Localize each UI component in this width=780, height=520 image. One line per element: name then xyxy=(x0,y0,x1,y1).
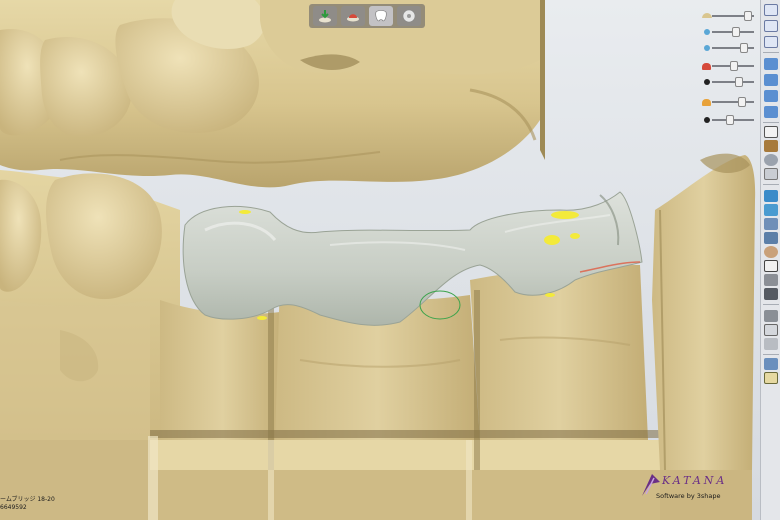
measure-icon[interactable] xyxy=(764,140,778,152)
tooth-tool-icon[interactable] xyxy=(764,324,778,336)
warning-icon[interactable] xyxy=(764,260,778,272)
dental-cad-window: ームブリッジ 18-20 6649592 KATANA Software by … xyxy=(0,0,780,520)
view-back-icon[interactable] xyxy=(764,74,778,86)
slider-knob[interactable] xyxy=(732,27,740,37)
view-toolbar xyxy=(309,4,425,28)
shade-icon[interactable] xyxy=(764,338,778,350)
slider-knob[interactable] xyxy=(738,97,746,107)
layout-icon[interactable] xyxy=(764,358,778,370)
user-face-icon[interactable] xyxy=(764,246,778,258)
case-info: ームブリッジ 18-20 6649592 xyxy=(0,496,55,512)
close-icon[interactable] xyxy=(764,4,778,16)
tooth-model-button[interactable] xyxy=(369,6,393,26)
right-stump xyxy=(652,153,756,520)
slider-knob[interactable] xyxy=(726,115,734,125)
settings-icon[interactable] xyxy=(764,274,778,286)
fullscreen-icon[interactable] xyxy=(764,36,778,48)
dot-icon xyxy=(704,45,710,51)
visibility-slider-panel xyxy=(702,4,758,139)
slider-preparation[interactable] xyxy=(702,60,758,72)
slider-knob[interactable] xyxy=(740,43,748,53)
preparation-view-button[interactable] xyxy=(341,6,365,26)
upper-jaw xyxy=(0,0,545,188)
snapshot-icon[interactable] xyxy=(764,288,778,300)
product-name: KATANA xyxy=(662,474,728,487)
slider-layer-3[interactable] xyxy=(702,42,758,54)
disc-icon xyxy=(402,9,416,23)
slider-arch-opacity[interactable] xyxy=(702,10,758,22)
slider-crown[interactable] xyxy=(702,96,758,108)
crown-icon xyxy=(702,63,711,70)
slider-knob[interactable] xyxy=(730,61,738,71)
crown-icon xyxy=(702,99,711,106)
view-front-icon[interactable] xyxy=(764,58,778,70)
slider-knob[interactable] xyxy=(735,77,743,87)
slider-layer-2[interactable] xyxy=(702,26,758,38)
right-tool-sidebar xyxy=(760,0,780,520)
zoom-icon[interactable] xyxy=(764,154,778,166)
dot-icon xyxy=(704,79,710,85)
arch-icon xyxy=(702,13,712,18)
expand-icon[interactable] xyxy=(764,20,778,32)
view-right-icon[interactable] xyxy=(764,106,778,118)
dental-model-scene xyxy=(0,0,756,520)
disc-view-button[interactable] xyxy=(397,6,421,26)
morph-icon[interactable] xyxy=(764,204,778,216)
brush-icon[interactable] xyxy=(764,190,778,202)
slider-layer-7[interactable] xyxy=(702,114,758,126)
tooth-model-icon xyxy=(375,10,387,22)
katana-logo: KATANA Software by 3shape xyxy=(640,470,758,510)
vendor-tagline: Software by 3shape xyxy=(656,492,721,500)
download-arrow-icon xyxy=(319,10,331,23)
slider-knob[interactable] xyxy=(744,11,752,21)
case-number: 6649592 xyxy=(0,504,27,511)
crown-preparation-icon xyxy=(347,14,359,22)
visibility-icon[interactable] xyxy=(764,232,778,244)
download-button[interactable] xyxy=(313,6,337,26)
crown-tool-icon[interactable] xyxy=(764,310,778,322)
section-icon[interactable] xyxy=(764,168,778,180)
3d-viewport[interactable]: ームブリッジ 18-20 6649592 KATANA Software by … xyxy=(0,0,760,520)
confirm-check-icon[interactable] xyxy=(764,372,778,384)
align-icon[interactable] xyxy=(764,218,778,230)
edit-icon[interactable] xyxy=(764,126,778,138)
view-left-icon[interactable] xyxy=(764,90,778,102)
case-title: ームブリッジ 18-20 xyxy=(0,496,55,503)
dot-icon xyxy=(704,29,710,35)
slider-layer-5[interactable] xyxy=(702,76,758,88)
dot-icon xyxy=(704,117,710,123)
